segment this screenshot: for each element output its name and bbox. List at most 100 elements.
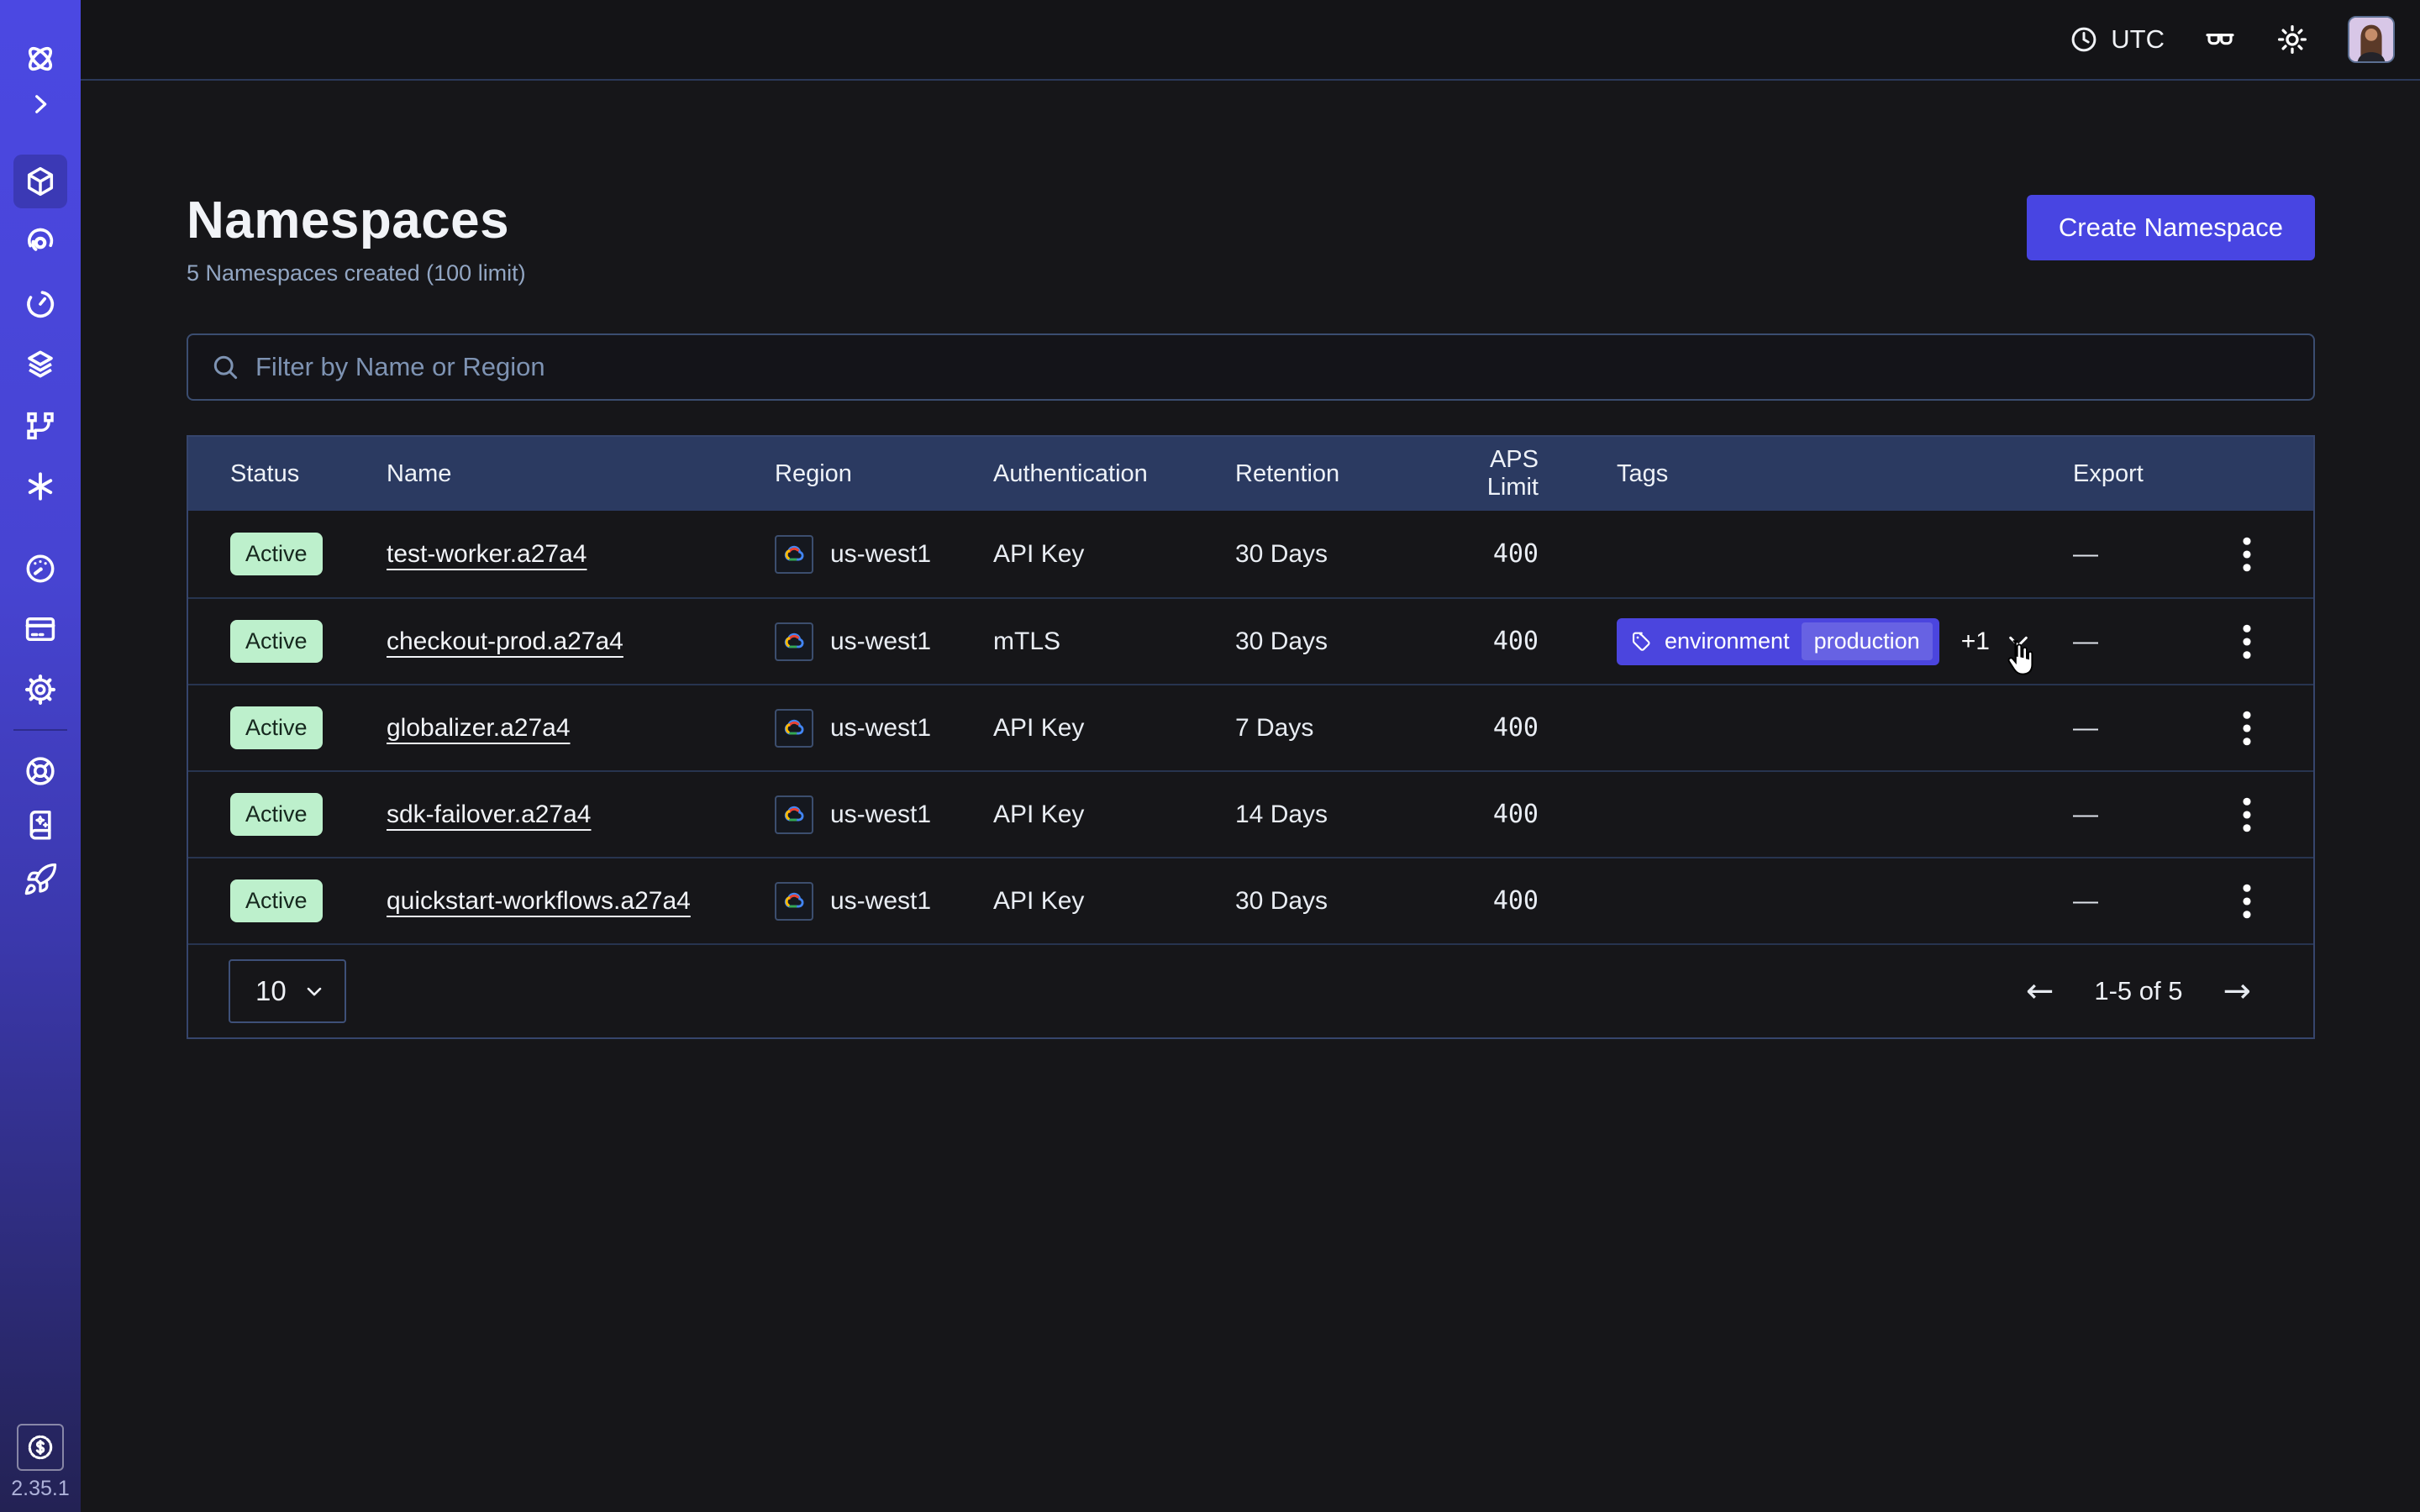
region-label: us-west1 [830,887,931,916]
sidebar-item-usage[interactable] [13,542,67,596]
rocket-icon [23,862,58,897]
chevron-right-icon [26,90,55,118]
timer-icon [23,286,58,322]
lifebuoy-icon [23,753,58,789]
sidebar-item-deployments[interactable] [13,338,67,391]
status-badge: Active [230,620,323,663]
gcp-region-icon [775,795,813,834]
namespaces-table: Status Name Region Authentication Retent… [187,435,2315,1039]
sidebar-item-nexus[interactable] [13,399,67,453]
sidebar-item-docs[interactable] [13,798,67,852]
table-row: Active checkout-prod.a27a4 us-west1 mTLS… [188,597,2313,684]
export-value: — [2073,540,2313,569]
status-badge: Active [230,793,323,836]
page-title: Namespaces [187,195,526,247]
table-footer: 10 ← 1-5 of 5 → [188,943,2313,1037]
retention-value: 30 Days [1235,627,1433,656]
retention-value: 30 Days [1235,540,1433,569]
export-value: — [2073,627,2313,656]
logo-icon [22,40,59,77]
clock-icon [2069,24,2099,55]
namespace-link[interactable]: test-worker.a27a4 [387,540,587,568]
row-menu-button[interactable] [2233,614,2261,669]
table-row: Active sdk-failover.a27a4 us-west1 API K… [188,770,2313,857]
sidebar-item-billing[interactable] [13,602,67,656]
aps-value: 400 [1433,539,1539,569]
next-page-button[interactable]: → [2223,974,2251,1008]
aps-value: 400 [1433,713,1539,743]
credits-button[interactable] [17,1424,64,1471]
auth-value: API Key [993,714,1235,743]
namespace-link[interactable]: quickstart-workflows.a27a4 [387,887,691,915]
namespace-link[interactable]: sdk-failover.a27a4 [387,801,592,828]
cube-icon [23,164,58,199]
retention-value: 14 Days [1235,801,1433,829]
col-header-tags: Tags [1539,460,2073,488]
export-value: — [2073,887,2313,916]
branch-icon [23,408,58,444]
tags-expand-button[interactable] [2005,628,2032,655]
sidebar-expand-button[interactable] [13,77,67,131]
page-size-value: 10 [255,975,287,1007]
region-label: us-west1 [830,627,931,656]
tag-key: environment [1665,628,1790,654]
chevron-down-icon [302,979,326,1003]
region-label: us-west1 [830,801,931,829]
table-row: Active quickstart-workflows.a27a4 us-wes… [188,857,2313,943]
sidebar: 2.35.1 [0,0,81,1512]
kebab-icon [2241,535,2253,574]
sidebar-divider [13,729,67,731]
row-menu-button[interactable] [2233,874,2261,929]
topbar: UTC [81,0,2420,81]
col-header-region: Region [775,460,993,488]
prev-page-button[interactable]: ← [2026,974,2054,1008]
auth-value: API Key [993,540,1235,569]
sidebar-item-workflows[interactable] [13,215,67,269]
swirl-icon [23,224,58,260]
aps-value: 400 [1433,627,1539,656]
filter-input[interactable] [255,352,2291,382]
theme-toggle-button[interactable] [2275,23,2309,56]
page-size-select[interactable]: 10 [229,959,346,1023]
kebab-icon [2241,795,2253,834]
kebab-icon [2241,622,2253,661]
region-label: us-west1 [830,540,931,569]
labs-button[interactable] [2203,23,2237,56]
aps-value: 400 [1433,886,1539,916]
retention-value: 30 Days [1235,887,1433,916]
page-header: Namespaces 5 Namespaces created (100 lim… [187,195,2315,286]
table-row: Active globalizer.a27a4 us-west1 API Key… [188,684,2313,770]
main-content: Namespaces 5 Namespaces created (100 lim… [81,81,2420,1512]
chevron-down-icon [2005,628,2032,655]
sidebar-item-getting-started[interactable] [13,853,67,906]
timezone-button[interactable]: UTC [2069,24,2165,55]
namespace-link[interactable]: checkout-prod.a27a4 [387,627,623,655]
sidebar-item-settings[interactable] [13,663,67,717]
page-subtitle: 5 Namespaces created (100 limit) [187,260,526,286]
row-menu-button[interactable] [2233,701,2261,756]
aps-value: 400 [1433,800,1539,829]
gear-icon [23,672,58,707]
create-namespace-button[interactable]: Create Namespace [2027,195,2315,260]
export-value: — [2073,801,2313,829]
search-icon [210,352,240,382]
filter-bar[interactable] [187,333,2315,401]
sidebar-item-schedules[interactable] [13,277,67,331]
sun-icon [2275,23,2309,56]
layers-icon [23,347,58,382]
asterisk-icon [23,469,58,504]
col-header-authentication: Authentication [993,460,1235,488]
sidebar-item-support[interactable] [13,744,67,798]
sidebar-item-batch[interactable] [13,459,67,513]
col-header-status: Status [230,460,387,488]
user-avatar[interactable] [2348,16,2395,63]
gauge-icon [23,551,58,586]
status-badge: Active [230,706,323,749]
tag-chip[interactable]: environment production [1617,618,1939,665]
col-header-aps-limit: APS Limit [1433,446,1539,501]
sidebar-item-namespaces[interactable] [13,155,67,208]
namespace-link[interactable]: globalizer.a27a4 [387,714,571,742]
tag-icon [1630,630,1653,653]
row-menu-button[interactable] [2233,527,2261,582]
row-menu-button[interactable] [2233,787,2261,843]
